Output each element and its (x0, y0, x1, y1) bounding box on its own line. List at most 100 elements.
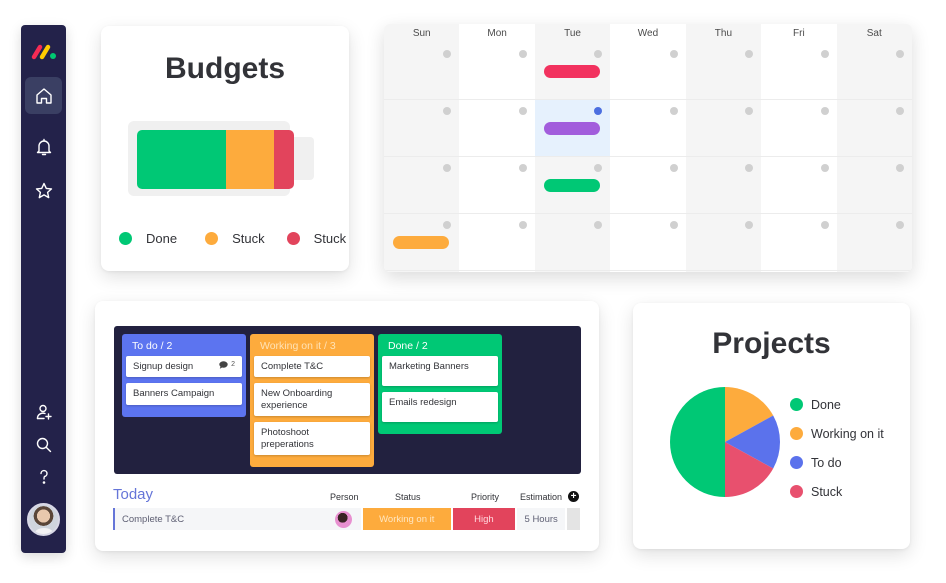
user-avatar[interactable] (27, 503, 60, 536)
legend-dot (119, 232, 132, 245)
comment-count[interactable]: 2 (219, 361, 235, 369)
calendar-day-cell[interactable] (610, 157, 686, 214)
column-header-estimation[interactable]: Estimation (520, 492, 562, 502)
board-card: To do / 2 Signup design 2 Banners Campaign W… (95, 301, 599, 551)
star-icon (35, 182, 52, 198)
kanban-card-title: Signup design (133, 361, 194, 372)
column-header-priority[interactable]: Priority (471, 492, 499, 502)
calendar-day-cell[interactable] (610, 214, 686, 271)
calendar: Sun Mon Tue Wed Thu Fri Sat (384, 24, 912, 272)
kanban-card-title: Complete T&C (261, 361, 324, 372)
calendar-day-cell[interactable] (534, 157, 611, 214)
legend-label: Stuck (313, 231, 347, 246)
sidebar-item-notifications[interactable] (25, 128, 62, 165)
calendar-day-cell[interactable] (685, 157, 762, 214)
calendar-day-cell[interactable] (761, 100, 837, 157)
calendar-day-cell[interactable] (459, 214, 535, 271)
calendar-event[interactable] (543, 65, 600, 78)
sidebar-item-help[interactable] (25, 458, 62, 495)
day-indicator-dot (443, 164, 452, 172)
kanban-card[interactable]: Emails redesign (382, 392, 498, 422)
today-title: Today (113, 486, 154, 503)
day-indicator-dot (896, 221, 904, 229)
calendar-day-cell[interactable] (610, 43, 686, 100)
kanban-card[interactable]: Complete T&C (254, 356, 370, 378)
calendar-day-cell[interactable] (836, 157, 912, 214)
kanban-card-title: New Onboarding experience (261, 388, 333, 411)
sidebar-item-invite[interactable] (25, 393, 62, 430)
legend-label: Stuck (811, 484, 843, 499)
legend-item: Done (119, 231, 177, 246)
day-indicator-dot (669, 107, 678, 115)
calendar-day-cell[interactable] (761, 43, 837, 100)
calendar-day-cell[interactable] (761, 214, 837, 271)
calendar-column-fri: Fri (761, 24, 837, 272)
kanban-card[interactable]: Photoshoot preperations (254, 422, 370, 455)
calendar-day-cell[interactable] (836, 100, 912, 157)
item-name[interactable]: Complete T&C (113, 508, 326, 530)
calendar-day-cell[interactable] (384, 157, 460, 214)
day-indicator-dot (669, 221, 678, 229)
legend-item: To do (790, 455, 884, 470)
day-indicator-dot (518, 107, 527, 115)
calendar-day-cell[interactable] (610, 100, 686, 157)
priority-badge[interactable]: High (452, 508, 516, 530)
column-header-person[interactable]: Person (330, 492, 359, 502)
kanban-card-title: Marketing Banners (389, 361, 469, 372)
calendar-day-cell[interactable] (836, 43, 912, 100)
calendar-day-cell[interactable] (534, 214, 611, 271)
sidebar-item-favorites[interactable] (25, 172, 62, 209)
day-header: Fri (793, 28, 805, 39)
calendar-event[interactable] (393, 236, 449, 249)
calendar-day-cell[interactable] (384, 100, 460, 157)
person-cell[interactable] (325, 508, 361, 530)
table-row[interactable]: Complete T&C Working on it High 5 Hours (113, 508, 580, 530)
day-indicator-dot (669, 50, 678, 58)
kanban-column: Done / 2 Marketing Banners Emails redesign (378, 334, 502, 434)
calendar-day-cell[interactable] (459, 100, 535, 157)
day-indicator-dot (518, 164, 527, 172)
add-column-plus-icon[interactable]: + (568, 491, 579, 502)
kanban-card[interactable]: Signup design 2 (126, 356, 242, 378)
legend-label: Working on it (811, 426, 884, 441)
day-indicator-dot (745, 50, 754, 58)
home-icon (35, 87, 52, 104)
status-badge[interactable]: Working on it (362, 508, 451, 530)
day-indicator-dot (896, 50, 904, 58)
day-header: Thu (714, 28, 733, 39)
column-header-status[interactable]: Status (395, 492, 421, 502)
calendar-day-cell[interactable] (761, 157, 837, 214)
monday-logo-icon[interactable] (30, 43, 58, 61)
day-indicator-dot (594, 164, 603, 172)
kanban-card[interactable]: New Onboarding experience (254, 383, 370, 417)
legend-dot (790, 427, 803, 440)
bell-icon (36, 138, 51, 155)
calendar-day-cell[interactable] (836, 214, 912, 271)
day-indicator-dot (594, 221, 603, 229)
calendar-column-sun: Sun (384, 24, 460, 272)
battery-segment-stuck (273, 130, 294, 189)
calendar-day-cell[interactable] (384, 43, 460, 100)
projects-card: Projects Done Working on it To do Stuck (633, 303, 910, 549)
pie-slice-done[interactable] (670, 387, 725, 497)
calendar-event[interactable] (543, 122, 600, 135)
estimation-cell[interactable]: 5 Hours (517, 508, 566, 530)
projects-pie-chart (670, 387, 780, 497)
legend-item: Working on it (790, 426, 884, 441)
calendar-day-cell[interactable] (459, 157, 535, 214)
calendar-day-cell[interactable] (685, 43, 762, 100)
kanban-card[interactable]: Banners Campaign (126, 383, 242, 405)
add-user-icon (36, 404, 52, 420)
kanban-card[interactable]: Marketing Banners (382, 356, 498, 386)
calendar-day-cell[interactable] (534, 43, 611, 100)
calendar-day-cell[interactable] (459, 43, 535, 100)
kanban-column: To do / 2 Signup design 2 Banners Campaign (122, 334, 246, 417)
sidebar-item-home[interactable] (25, 77, 62, 114)
calendar-event[interactable] (543, 179, 600, 192)
calendar-day-cell[interactable] (384, 214, 460, 271)
calendar-day-cell[interactable] (534, 100, 611, 157)
calendar-day-cell[interactable] (685, 100, 762, 157)
person-avatar (334, 510, 352, 528)
extra-column-cell (567, 508, 580, 530)
calendar-day-cell[interactable] (685, 214, 762, 271)
